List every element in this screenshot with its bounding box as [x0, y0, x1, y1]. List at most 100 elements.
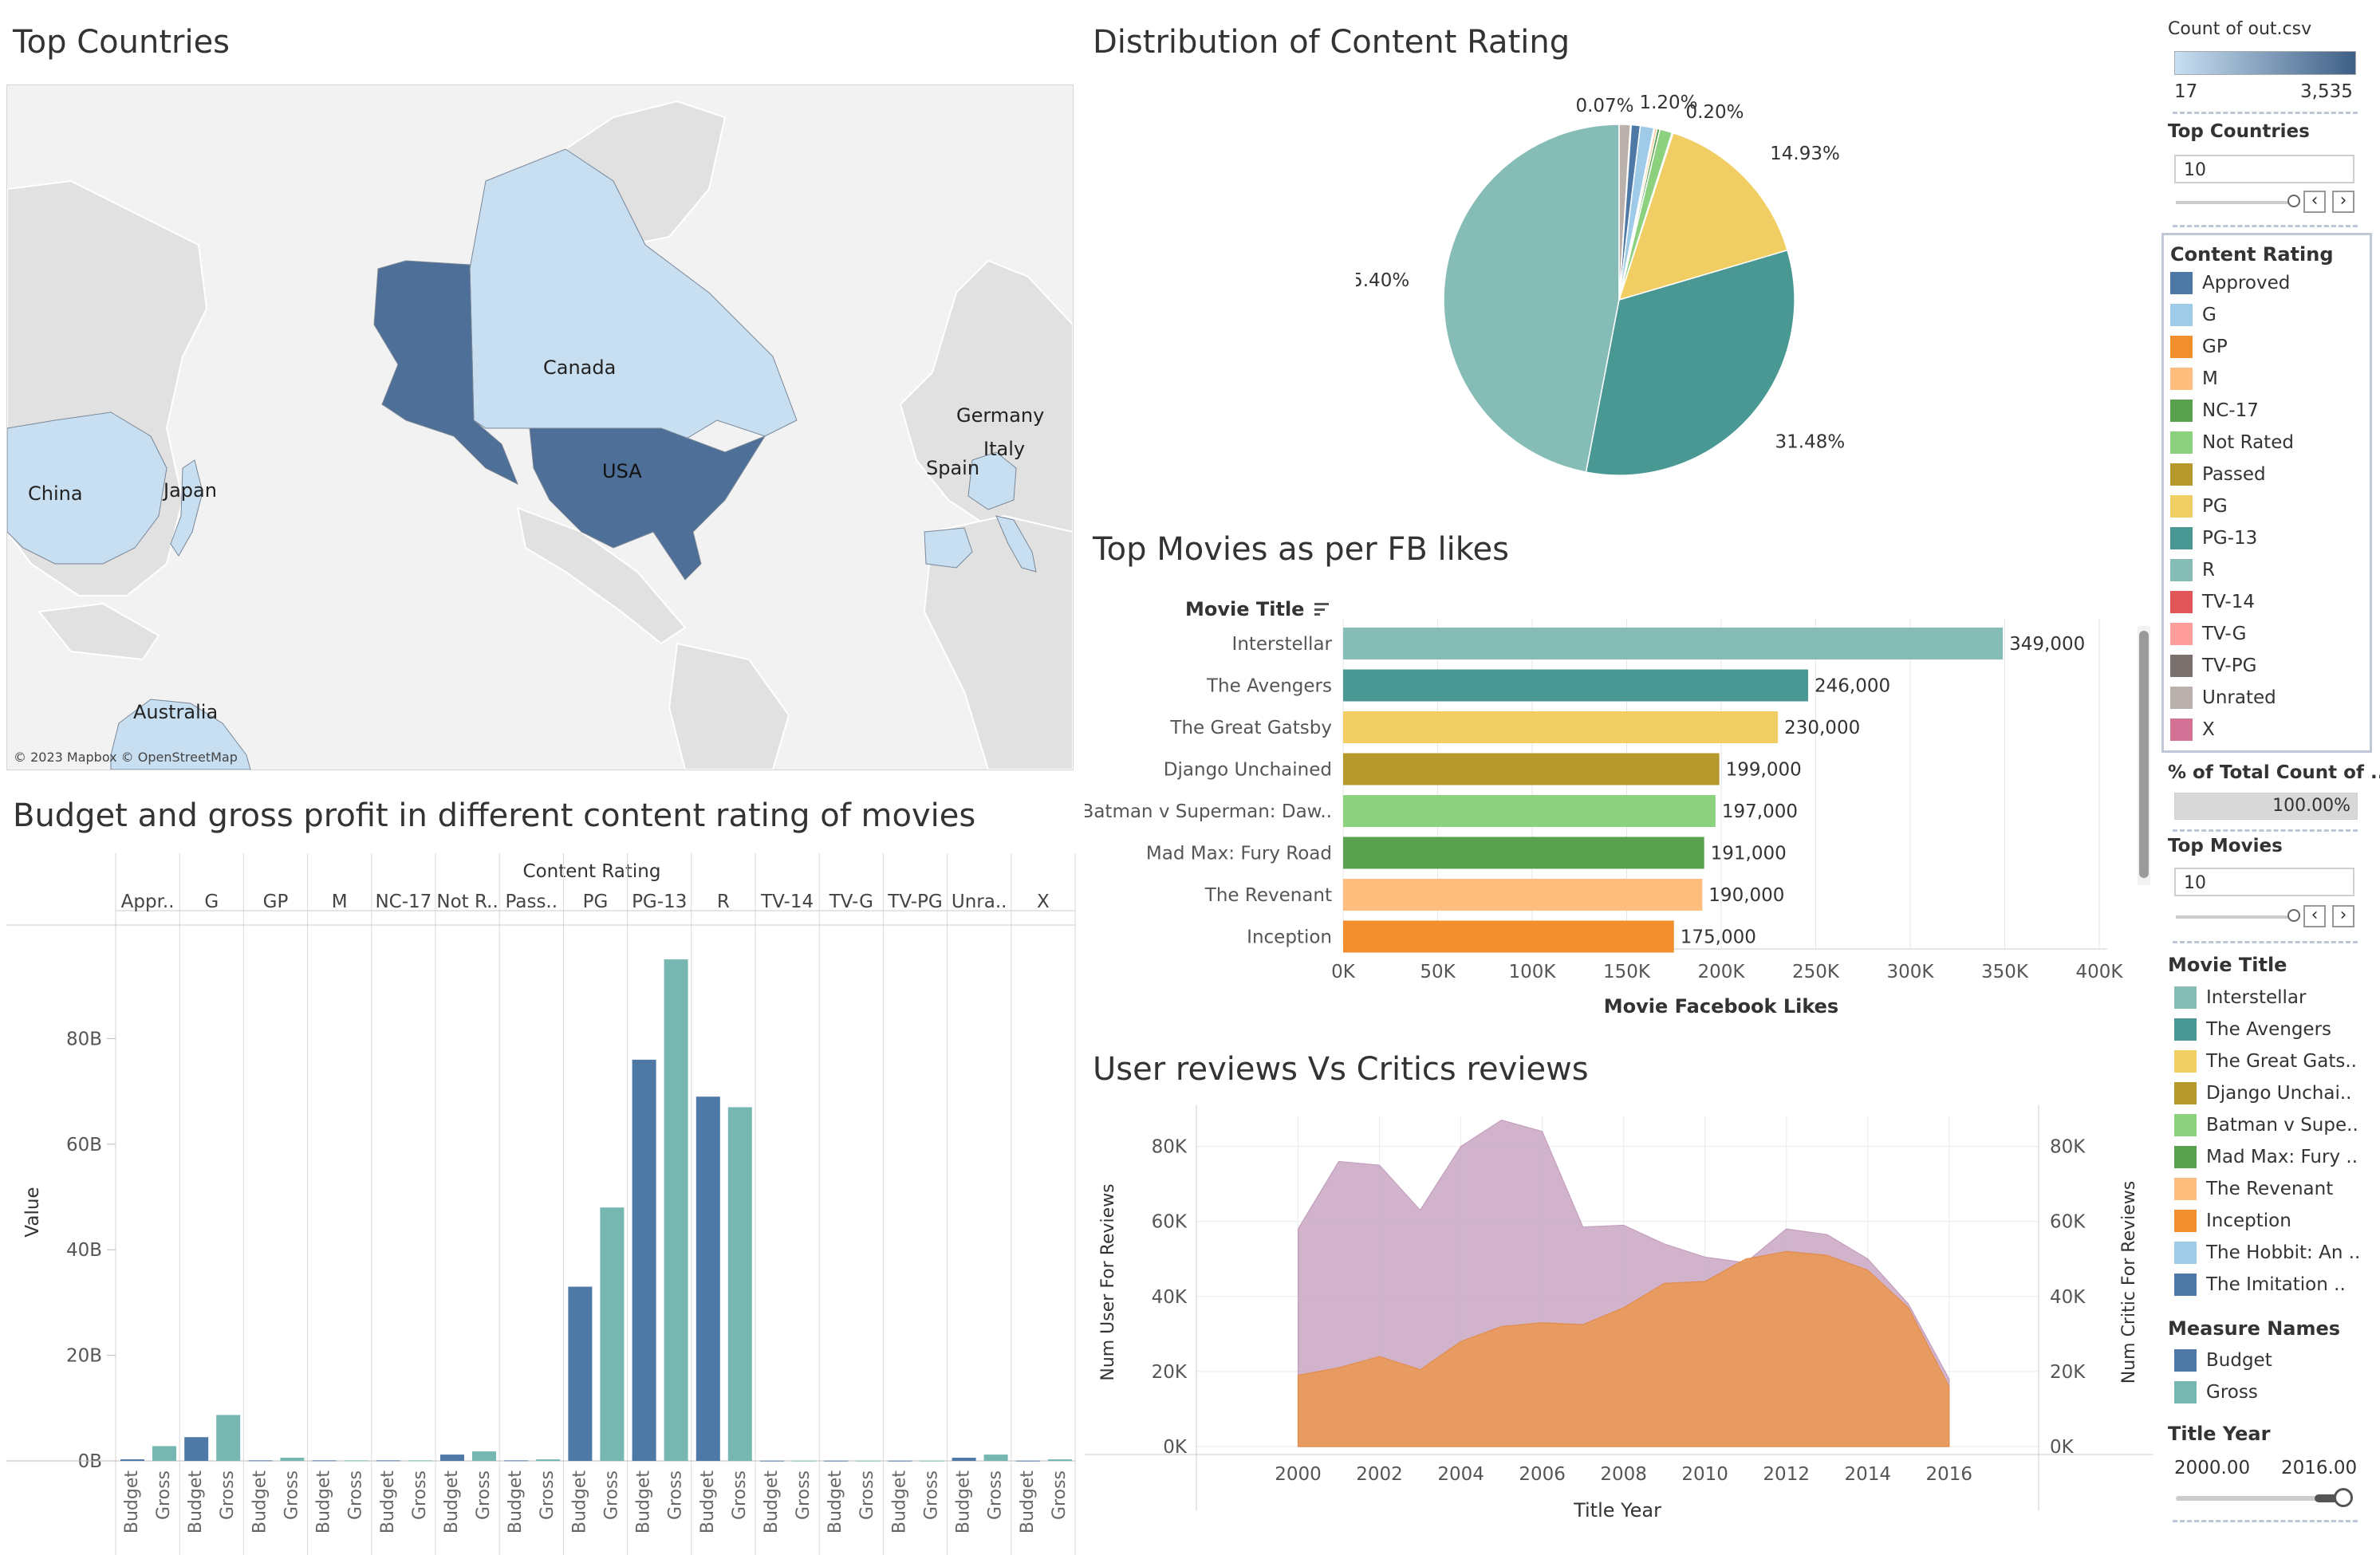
likes-bar[interactable]	[1343, 669, 1809, 702]
budget-bar[interactable]	[248, 1460, 273, 1462]
legend-swatch	[2174, 1050, 2197, 1073]
top-movies-input[interactable]: 10	[2174, 868, 2354, 896]
measure-axis-label: Gross	[921, 1470, 941, 1520]
measure-axis-label: Gross	[410, 1470, 430, 1520]
measure-axis-label: Gross	[857, 1470, 877, 1520]
map-label-spain: Spain	[926, 457, 979, 479]
budget-bar[interactable]	[632, 1059, 656, 1461]
measure-axis-label: Budget	[506, 1470, 526, 1534]
bar-scrollbar-thumb[interactable]	[2139, 631, 2149, 878]
x-tick-label: 150K	[1603, 962, 1651, 982]
measure-axis-label: Budget	[634, 1470, 654, 1534]
budget-bar[interactable]	[888, 1460, 912, 1462]
gross-bar[interactable]	[1047, 1459, 1072, 1461]
content-rating-column-label: R	[717, 892, 730, 912]
legend-swatch	[2170, 368, 2193, 390]
top-movies-next-button[interactable]: ›	[2332, 905, 2354, 927]
top-movies-title: Top Movies	[2168, 836, 2283, 856]
content-rating-legend-title: Content Rating	[2170, 243, 2334, 266]
map-attribution[interactable]: © 2023 Mapbox © OpenStreetMap	[14, 750, 238, 765]
budget-bar[interactable]	[184, 1437, 209, 1461]
top-countries-slider-thumb[interactable]	[2287, 195, 2300, 207]
budget-bar[interactable]	[568, 1286, 593, 1461]
bar-scrollbar[interactable]	[2138, 626, 2150, 885]
gross-bar[interactable]	[216, 1415, 241, 1461]
likes-bar[interactable]	[1343, 879, 1703, 911]
top-countries-slider-track[interactable]	[2176, 201, 2295, 204]
likes-bar[interactable]	[1343, 711, 1779, 743]
likes-bar[interactable]	[1343, 920, 1674, 953]
legend-swatch	[2170, 559, 2193, 581]
budget-bar[interactable]	[440, 1455, 464, 1461]
land-south-america	[668, 642, 790, 770]
budget-bar[interactable]	[760, 1460, 784, 1462]
budget-bar[interactable]	[120, 1459, 144, 1461]
y-tick-label: 40B	[66, 1240, 102, 1261]
budget-bar[interactable]	[695, 1096, 720, 1461]
gross-bar[interactable]	[280, 1458, 305, 1461]
budget-bar[interactable]	[504, 1460, 529, 1462]
gross-bar[interactable]	[536, 1459, 561, 1461]
gross-bar[interactable]	[983, 1455, 1008, 1461]
x-tick-label: 300K	[1887, 962, 1935, 982]
likes-bar[interactable]	[1343, 795, 1716, 827]
pct-total-value: 100.00%	[2272, 796, 2350, 816]
likes-bar[interactable]	[1343, 628, 2004, 659]
gross-bar[interactable]	[727, 1107, 752, 1461]
land-indonesia	[37, 602, 160, 661]
budget-bar[interactable]	[312, 1460, 337, 1462]
title-year-range-handle[interactable]	[2334, 1488, 2353, 1507]
gross-bar[interactable]	[472, 1451, 496, 1461]
budget-bar[interactable]	[1015, 1460, 1040, 1462]
divider	[2173, 112, 2358, 114]
pie-chart[interactable]: 45.40%0.07%1.20%0.20%14.93%31.48%	[1356, 77, 1850, 507]
gross-bar[interactable]	[344, 1460, 368, 1462]
legend-swatch	[2174, 986, 2197, 1009]
top-movies-slider-track[interactable]	[2176, 915, 2295, 919]
pct-total-bar[interactable]: 100.00%	[2174, 793, 2358, 820]
gross-bar[interactable]	[600, 1207, 625, 1461]
budget-bar[interactable]	[952, 1458, 976, 1461]
legend-label: TV-PG	[2202, 655, 2257, 676]
gross-bar[interactable]	[408, 1460, 432, 1462]
count-legend-title: Count of out.csv	[2168, 19, 2312, 39]
pie-title: Distribution of Content Rating	[1093, 24, 1570, 61]
budget-gross-bar-chart[interactable]: Content Rating 0B 20B 40B 60B 80B Value Appr.. B…	[0, 845, 1077, 1555]
legend-swatch	[2174, 1114, 2197, 1136]
top-countries-input[interactable]: 10	[2174, 155, 2354, 183]
top-movies-prev-button[interactable]: ‹	[2303, 905, 2326, 927]
pie-slice[interactable]	[1443, 124, 1620, 473]
legend-swatch	[2170, 655, 2193, 677]
reviews-area-chart[interactable]: 2000 2002 2004 2006 2008 2010 2012 2014 20160K 0K…	[1085, 1100, 2153, 1555]
y-tick-label: 80B	[66, 1029, 102, 1049]
measure-names-legend-title: Measure Names	[2168, 1317, 2341, 1340]
facebook-likes-bar-chart[interactable]: 0K 50K 100K 150K 200K 250K 300K 350K 400K Movie F…	[1085, 614, 2153, 1029]
x-tick-label: 2008	[1600, 1464, 1647, 1485]
gross-bar[interactable]	[856, 1460, 881, 1462]
gross-bar[interactable]	[792, 1460, 816, 1462]
y-tick-label-right: 20K	[2050, 1362, 2086, 1383]
budget-bar[interactable]	[376, 1460, 400, 1462]
x-tick-label: 2010	[1681, 1464, 1728, 1485]
likes-value-label: 175,000	[1681, 927, 1756, 948]
likes-bar[interactable]	[1343, 753, 1720, 785]
world-map[interactable]: Canada USA China Japan Germany Italy Spa…	[6, 85, 1074, 770]
gross-bar[interactable]	[152, 1446, 176, 1461]
x-tick-label: 2006	[1519, 1464, 1566, 1485]
legend-label: The Revenant	[2206, 1179, 2334, 1199]
content-rating-column-label: Unra..	[952, 892, 1007, 912]
legend-label: Not Rated	[2202, 432, 2294, 453]
legend-swatch	[2170, 336, 2193, 358]
content-rating-column-label: G	[204, 892, 219, 912]
likes-bar[interactable]	[1343, 837, 1704, 869]
gross-bar[interactable]	[664, 959, 688, 1461]
top-countries-next-button[interactable]: ›	[2332, 191, 2354, 213]
top-countries-prev-button[interactable]: ‹	[2303, 191, 2326, 213]
top-movies-slider-thumb[interactable]	[2287, 909, 2300, 922]
budget-bar[interactable]	[824, 1460, 849, 1462]
gross-bar[interactable]	[920, 1460, 944, 1462]
bar-title: Top Movies as per FB likes	[1093, 531, 1509, 568]
divider	[2173, 1520, 2358, 1522]
content-rating-legend: Content Rating Approved G GP M NC-17 Not Rate…	[2161, 233, 2372, 753]
measure-axis-label: Gross	[218, 1470, 238, 1520]
